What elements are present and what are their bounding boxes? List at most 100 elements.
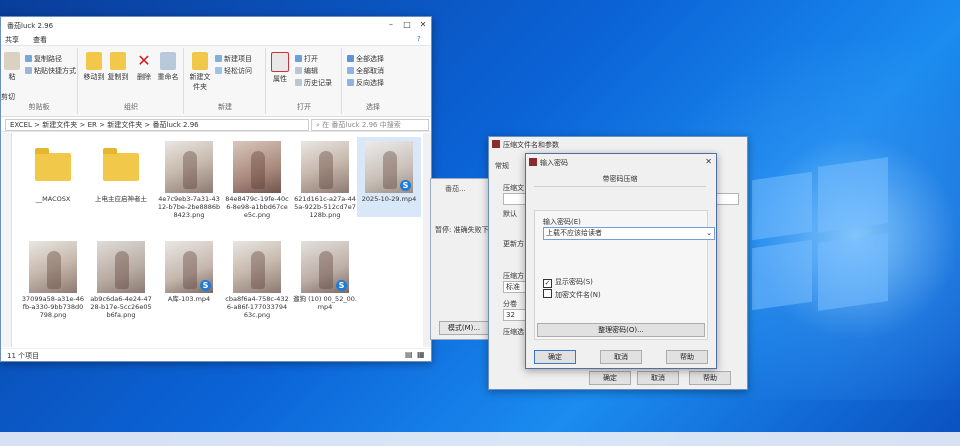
encrypt-filenames-checkbox[interactable]: 加密文件名(N) [543, 289, 601, 299]
file-tile-0[interactable]: __MACOSX [21, 137, 85, 217]
params-ok-button[interactable]: 确定 [589, 371, 631, 385]
crumb-4[interactable]: 番茄luck 2.96 [153, 121, 199, 129]
edit-icon [295, 67, 302, 74]
file-name: 上电主应启神者土 [95, 195, 147, 203]
image-thumbnail [97, 241, 145, 293]
rename-button[interactable]: 重命名 [157, 52, 179, 82]
file-tile-5[interactable]: S 2025-10-29.mp4 [357, 137, 421, 217]
select-none-button[interactable]: 全部取消 [347, 66, 384, 76]
help-icon[interactable]: ? [417, 35, 421, 43]
menu-share[interactable]: 共享 [5, 35, 19, 45]
crumb-0[interactable]: EXCEL [10, 121, 32, 129]
maximize-icon[interactable]: □ [401, 19, 413, 31]
search-icon: ⌕ [316, 121, 320, 129]
thumbnail-figure [319, 151, 333, 189]
checkbox-empty-icon [543, 289, 552, 298]
image-thumbnail [301, 141, 349, 193]
organize-passwords-button[interactable]: 整理密码(O)... [537, 323, 705, 337]
update-mode-label: 更新方 [503, 240, 524, 248]
file-tile-6[interactable]: 37099a58-a31e-46fb-a330-9bb738d0798.png [21, 237, 85, 319]
winrar-icon [492, 140, 500, 148]
explorer-titlebar[interactable]: 番茄luck 2.96 – □ ✕ [1, 17, 431, 33]
taskbar[interactable] [0, 432, 960, 446]
tab-password[interactable]: 带密码压缩 [534, 172, 706, 187]
file-explorer-window: 番茄luck 2.96 – □ ✕ 共享 查看 ? 粘 复制路径 粘贴快捷方式 … [0, 16, 432, 362]
password-value: 上载不应该给读者 [546, 229, 602, 237]
search-input[interactable]: ⌕ 在 番茄luck 2.96 中搜索 [311, 119, 429, 131]
file-tile-8[interactable]: S A库-103.mp4 [157, 237, 221, 317]
new-folder-button[interactable]: 新建文件夹 [187, 52, 213, 92]
password-input[interactable]: 上载不应该给读者 ⌄ [543, 227, 715, 240]
thumbnail-figure [383, 151, 397, 189]
large-icons-view-icon[interactable]: ▦ [417, 350, 425, 359]
select-none-icon [347, 67, 354, 74]
paste-icon [4, 52, 20, 70]
properties-button[interactable]: 属性 [269, 52, 291, 84]
edit-button[interactable]: 编辑 [295, 66, 318, 76]
ribbon: 粘 复制路径 粘贴快捷方式 剪切 剪贴板 移动到 复制到 ✕ 删除 重命名 组织 … [1, 46, 431, 117]
file-name: 2025-10-29.mp4 [361, 195, 417, 203]
open-button[interactable]: 打开 [295, 54, 318, 64]
video-thumbnail: S [165, 241, 213, 293]
paste-button[interactable]: 粘 [1, 52, 23, 82]
video-player-icon: S [336, 280, 347, 291]
password-cancel-button[interactable]: 取消 [600, 350, 642, 364]
details-view-icon[interactable]: ▤ [405, 350, 413, 359]
search-placeholder: 在 番茄luck 2.96 中搜索 [322, 121, 401, 129]
file-tile-10[interactable]: S 遛狗 (10) 00_52_00.mp4 [293, 237, 357, 317]
password-label: 输入密码(E) [543, 218, 581, 226]
crumb-3[interactable]: 新建文件夹 [107, 121, 142, 129]
mode-button[interactable]: 模式(M)... [439, 321, 489, 335]
image-thumbnail [165, 141, 213, 193]
params-cancel-button[interactable]: 取消 [637, 371, 679, 385]
menu-view[interactable]: 查看 [33, 35, 47, 45]
cut-button[interactable]: 剪切 [1, 92, 15, 102]
minimize-icon[interactable]: – [385, 19, 397, 31]
thumbnail-figure [183, 251, 197, 289]
video-thumbnail: S [301, 241, 349, 293]
select-all-button[interactable]: 全部选择 [347, 54, 384, 64]
delete-button[interactable]: ✕ 删除 [133, 52, 155, 82]
folder-shape [103, 148, 139, 181]
select-all-icon [347, 55, 354, 62]
show-password-checkbox[interactable]: ✓ 显示密码(S) [543, 277, 593, 288]
folder-icon [97, 141, 145, 193]
password-ok-button[interactable]: 确定 [534, 350, 576, 364]
thumbnail-figure [251, 151, 265, 189]
password-dialog: 输入密码 ✕ 带密码压缩 输入密码(E) 上载不应该给读者 ⌄ ✓ 显示密码(S)… [525, 153, 717, 369]
delete-icon: ✕ [137, 51, 151, 70]
params-help-button[interactable]: 帮助 [689, 371, 731, 385]
paste-shortcut-button[interactable]: 粘贴快捷方式 [25, 66, 76, 76]
file-tile-3[interactable]: 84e8479c-19fe-40c6-8e98-a1bbd67cee5c.png [225, 137, 289, 219]
move-to-button[interactable]: 移动到 [83, 52, 105, 82]
close-icon[interactable]: ✕ [705, 157, 712, 166]
file-tile-1[interactable]: 上电主应启神者土 [89, 137, 153, 217]
copy-path-button[interactable]: 复制路径 [25, 54, 62, 64]
open-icon [295, 55, 302, 62]
history-button[interactable]: 历史记录 [295, 78, 332, 88]
ribbon-group-select: 全部选择 全部取消 反向选择 选择 [343, 48, 403, 114]
thumbnail-figure [319, 251, 333, 289]
file-tile-9[interactable]: cba8f6a4-758c-4326-a86f-17703379463c.png [225, 237, 289, 319]
password-panel: 输入密码(E) 上载不应该给读者 ⌄ ✓ 显示密码(S) 加密文件名(N) 整理密… [534, 210, 715, 340]
crumb-2[interactable]: ER [88, 121, 97, 129]
close-icon[interactable]: ✕ [417, 19, 429, 31]
file-tile-2[interactable]: 4e7c9eb3-7a31-4312-b7be-2be8886b8423.png [157, 137, 221, 219]
tab-general[interactable]: 常规 [495, 161, 509, 171]
paste-shortcut-icon [25, 67, 32, 74]
chevron-down-icon[interactable]: ⌄ [706, 228, 712, 239]
history-icon [295, 79, 302, 86]
invert-selection-button[interactable]: 反向选择 [347, 78, 384, 88]
crumb-1[interactable]: 新建文件夹 [42, 121, 77, 129]
easy-access-button[interactable]: 轻松访问 [215, 66, 252, 76]
rename-icon [160, 52, 176, 70]
navigation-pane[interactable] [1, 133, 12, 347]
address-bar[interactable]: EXCEL > 新建文件夹 > ER > 新建文件夹 > 番茄luck 2.96 [5, 119, 309, 131]
windows-logo-pane-2 [818, 157, 888, 233]
password-help-button[interactable]: 帮助 [666, 350, 708, 364]
copy-to-button[interactable]: 复制到 [107, 52, 129, 82]
new-item-button[interactable]: 新建项目 [215, 54, 252, 64]
file-name: A库-103.mp4 [167, 295, 211, 303]
file-tile-4[interactable]: 621d161c-a27a-445a-922b-512cd7e7128b.png [293, 137, 357, 219]
file-tile-7[interactable]: ab9c6da6-4e24-4728-b17e-5cc26e05b6fa.png [89, 237, 153, 319]
